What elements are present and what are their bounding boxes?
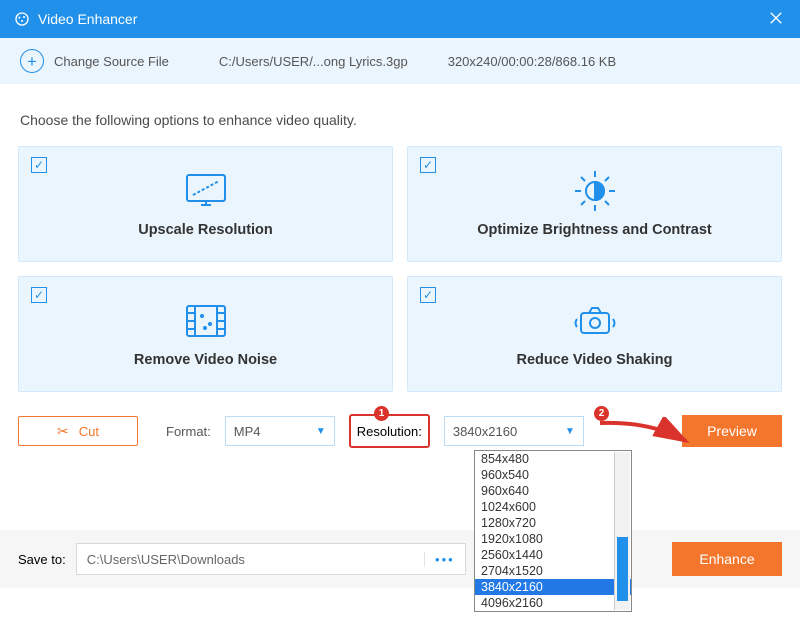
film-icon (183, 300, 229, 342)
brightness-icon (573, 170, 617, 212)
format-label: Format: (166, 424, 211, 439)
checkbox-icon[interactable]: ✓ (31, 157, 47, 173)
browse-button[interactable]: ••• (424, 552, 455, 567)
checkbox-icon[interactable]: ✓ (420, 157, 436, 173)
close-icon[interactable] (766, 9, 786, 30)
dropdown-option[interactable]: 2560x1440 (475, 547, 631, 563)
scrollbar[interactable] (614, 452, 630, 610)
save-path-value: C:\Users\USER\Downloads (87, 552, 245, 567)
format-select[interactable]: MP4 ▼ (225, 416, 335, 446)
dropdown-option[interactable]: 960x640 (475, 483, 631, 499)
change-source-button[interactable]: + Change Source File (20, 49, 169, 73)
checkbox-icon[interactable]: ✓ (31, 287, 47, 303)
cut-label: Cut (79, 424, 99, 439)
dropdown-option[interactable]: 3840x2160 (475, 579, 631, 595)
card-shaking[interactable]: ✓ Reduce Video Shaking (407, 276, 782, 392)
camera-shake-icon (571, 300, 619, 342)
checkbox-icon[interactable]: ✓ (420, 287, 436, 303)
dropdown-option[interactable]: 2704x1520 (475, 563, 631, 579)
card-brightness[interactable]: ✓ Optimize Brightness and Contrast (407, 146, 782, 262)
source-meta: 320x240/00:00:28/868.16 KB (448, 54, 616, 69)
resolution-label: Resolution: (357, 424, 422, 439)
card-label: Remove Video Noise (134, 352, 277, 368)
save-path-field[interactable]: C:\Users\USER\Downloads ••• (76, 543, 466, 575)
format-value: MP4 (234, 424, 261, 439)
option-cards: ✓ Upscale Resolution ✓ Optimize Brightne… (0, 146, 800, 392)
dropdown-option[interactable]: 4096x2160 (475, 595, 631, 611)
cut-button[interactable]: ✂ Cut (18, 416, 138, 446)
resolution-value: 3840x2160 (453, 424, 517, 439)
chevron-down-icon: ▼ (316, 426, 326, 437)
enhance-label: Enhance (699, 551, 754, 567)
resolution-select[interactable]: 3840x2160 ▼ (444, 416, 584, 446)
dropdown-option[interactable]: 960x540 (475, 467, 631, 483)
instruction-text: Choose the following options to enhance … (0, 84, 800, 146)
save-row: Save to: C:\Users\USER\Downloads ••• Enh… (0, 530, 800, 588)
resolution-label-highlight: Resolution: (349, 414, 430, 448)
controls-row: ✂ Cut Format: MP4 ▼ Resolution: 3840x216… (0, 392, 800, 448)
card-upscale[interactable]: ✓ Upscale Resolution (18, 146, 393, 262)
preview-button[interactable]: Preview (682, 415, 782, 447)
dropdown-option[interactable]: 1280x720 (475, 515, 631, 531)
enhance-button[interactable]: Enhance (672, 542, 782, 576)
source-bar: + Change Source File C:/Users/USER/...on… (0, 38, 800, 84)
save-label: Save to: (18, 552, 66, 567)
dropdown-option[interactable]: 1920x1080 (475, 531, 631, 547)
change-source-label: Change Source File (54, 54, 169, 69)
app-title: Video Enhancer (38, 11, 766, 27)
palette-icon (14, 11, 30, 27)
plus-circle-icon: + (20, 49, 44, 73)
resolution-dropdown[interactable]: 854x480960x540960x6401024x6001280x720192… (474, 450, 632, 612)
preview-label: Preview (707, 423, 757, 439)
card-label: Upscale Resolution (138, 222, 273, 238)
card-noise[interactable]: ✓ Remove Video Noise (18, 276, 393, 392)
annotation-badge-2: 2 (594, 406, 609, 421)
scissors-icon: ✂ (57, 423, 69, 440)
card-label: Reduce Video Shaking (516, 352, 672, 368)
dropdown-option[interactable]: 1024x600 (475, 499, 631, 515)
card-label: Optimize Brightness and Contrast (477, 222, 711, 238)
title-bar: Video Enhancer (0, 0, 800, 38)
chevron-down-icon: ▼ (565, 426, 575, 437)
monitor-icon (181, 170, 231, 212)
source-path: C:/Users/USER/...ong Lyrics.3gp (219, 54, 408, 69)
annotation-badge-1: 1 (374, 406, 389, 421)
dropdown-option[interactable]: 854x480 (475, 451, 631, 467)
